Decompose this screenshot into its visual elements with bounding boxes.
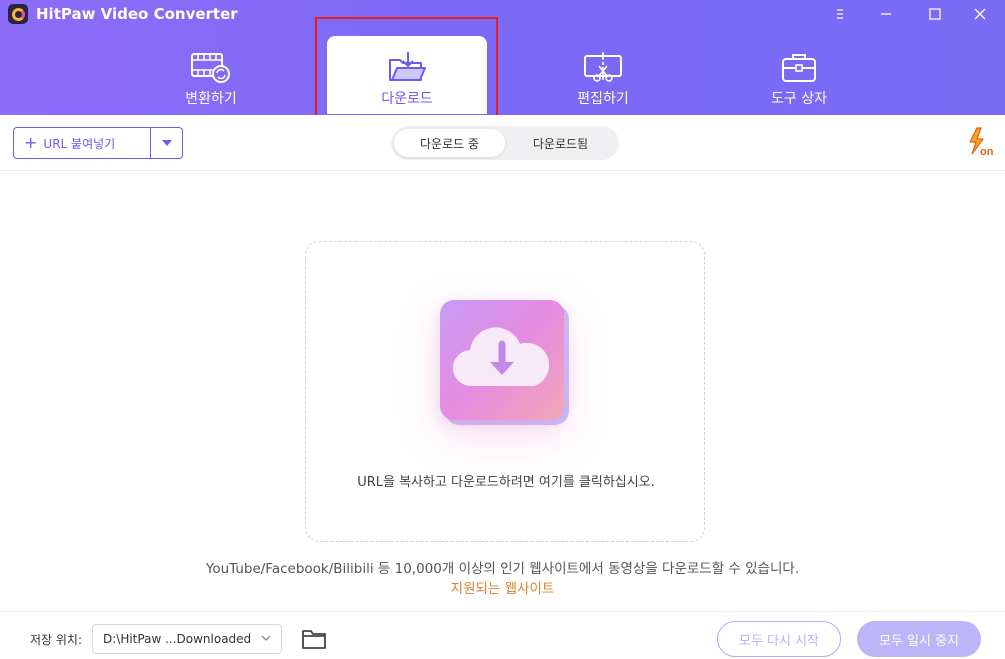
paste-url-dropdown[interactable] xyxy=(150,128,182,158)
tab-edit[interactable]: 편집하기 xyxy=(523,36,683,114)
paste-url-label: URL 붙여넣기 xyxy=(43,136,116,151)
tab-download-label: 다운로드 xyxy=(381,91,433,107)
segment-downloaded[interactable]: 다운로드됨 xyxy=(505,129,616,157)
url-drop-zone[interactable]: URL을 복사하고 다운로드하려면 여기를 클릭하십시오. xyxy=(305,241,705,542)
toolbox-icon xyxy=(782,54,816,82)
pause-all-button[interactable]: 모두 일시 중지 xyxy=(857,621,981,657)
supported-info-text: YouTube/Facebook/Bilibili 등 10,000개 이상의 … xyxy=(205,561,800,577)
plus-icon: + xyxy=(24,133,38,152)
tab-toolbox-label: 도구 상자 xyxy=(771,91,827,107)
download-status-segment: 다운로드 중 다운로드됨 xyxy=(391,126,619,160)
app-header: HitPaw Video Converter 변환하기 다운로드 편집하기 도구… xyxy=(0,0,1005,121)
save-location-label: 저장 위치: xyxy=(30,633,83,647)
turbo-on-icon[interactable]: on xyxy=(966,127,998,159)
tab-edit-label: 편집하기 xyxy=(577,91,629,107)
footer-bar: 저장 위치: D:\HitPaw ...Downloaded 모두 다시 시작 … xyxy=(0,611,1005,659)
segment-downloading[interactable]: 다운로드 중 xyxy=(394,129,505,157)
save-path-value: D:\HitPaw ...Downloaded xyxy=(103,632,252,646)
close-icon[interactable] xyxy=(967,2,993,26)
maximize-icon[interactable] xyxy=(922,2,948,26)
cloud-download-icon xyxy=(440,300,569,425)
download-folder-icon xyxy=(389,52,426,81)
tab-toolbox[interactable]: 도구 상자 xyxy=(719,36,879,114)
folder-icon[interactable] xyxy=(301,628,327,650)
chevron-down-icon xyxy=(261,635,271,641)
supported-sites-link[interactable]: 지원되는 웹사이트 xyxy=(0,577,1005,597)
edit-cut-icon xyxy=(584,52,622,82)
app-logo-icon xyxy=(8,4,28,24)
svg-text:on: on xyxy=(980,146,994,158)
tab-download[interactable]: 다운로드 xyxy=(327,36,487,114)
caret-down-icon xyxy=(161,140,172,146)
film-convert-icon xyxy=(191,53,230,83)
save-path-select[interactable]: D:\HitPaw ...Downloaded xyxy=(92,624,282,654)
minimize-icon[interactable] xyxy=(873,2,899,26)
menu-icon[interactable] xyxy=(827,2,853,26)
toolbar: + URL 붙여넣기 다운로드 중 다운로드됨 on xyxy=(0,115,1005,171)
tab-convert-label: 변환하기 xyxy=(185,91,237,107)
app-title: HitPaw Video Converter xyxy=(36,5,238,23)
resume-all-button[interactable]: 모두 다시 시작 xyxy=(717,621,841,657)
drop-zone-text: URL을 복사하고 다운로드하려면 여기를 클릭하십시오. xyxy=(357,475,655,490)
paste-url-main[interactable]: + URL 붙여넣기 xyxy=(14,128,150,158)
paste-url-button[interactable]: + URL 붙여넣기 xyxy=(13,127,183,159)
tab-convert[interactable]: 변환하기 xyxy=(131,36,291,114)
